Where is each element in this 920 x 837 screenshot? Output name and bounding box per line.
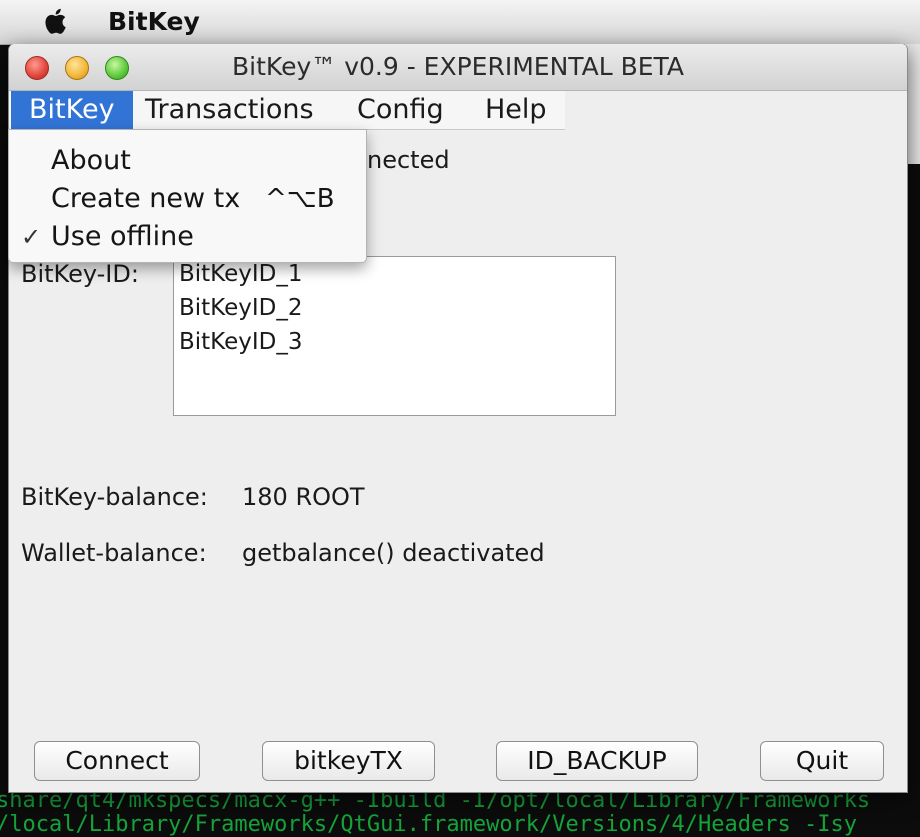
wallet-balance-label: Wallet-balance: [21, 539, 207, 567]
menu-transactions[interactable]: Transactions [127, 91, 332, 129]
menu-help[interactable]: Help [467, 91, 565, 129]
bitkeytx-button[interactable]: bitkeyTX [262, 741, 435, 781]
id-backup-button[interactable]: ID_BACKUP [496, 741, 698, 781]
menu-item-create-new-tx[interactable]: Create new tx ^⌥B [9, 180, 366, 218]
os-menubar: BitKey [0, 0, 920, 45]
menu-bitkey[interactable]: BitKey [11, 91, 133, 129]
terminal-line: /local/Library/Frameworks/QtGui.framewor… [0, 812, 857, 837]
os-app-name[interactable]: BitKey [108, 7, 200, 36]
list-item[interactable]: BitKeyID_2 [174, 291, 615, 325]
apple-icon[interactable] [42, 6, 70, 36]
quit-button[interactable]: Quit [760, 741, 884, 781]
connection-status: nected [367, 146, 450, 174]
menu-item-about[interactable]: About [9, 142, 366, 180]
checkmark-icon: ✓ [21, 223, 42, 251]
bitkey-dropdown-menu: About Create new tx ^⌥B ✓ Use offline [8, 129, 367, 263]
menu-item-label: About [51, 145, 131, 176]
app-menubar: BitKey Transactions Config Help [9, 91, 565, 130]
menu-item-label: Use offline [51, 221, 194, 252]
window-title: BitKey™ v0.9 - EXPERIMENTAL BETA [232, 52, 684, 81]
menu-item-label: Create new tx [51, 183, 241, 214]
bitkey-balance-label: BitKey-balance: [21, 483, 208, 511]
bitkey-balance-value: 180 ROOT [242, 483, 365, 511]
menu-item-shortcut: ^⌥B [265, 184, 335, 214]
menu-config[interactable]: Config [339, 91, 462, 129]
bitkey-id-list[interactable]: BitKeyID_1 BitKeyID_2 BitKeyID_3 [173, 256, 616, 416]
title-bar[interactable]: BitKey™ v0.9 - EXPERIMENTAL BETA [9, 44, 907, 91]
menu-item-use-offline[interactable]: ✓ Use offline [9, 218, 366, 256]
connect-button[interactable]: Connect [34, 741, 200, 781]
list-item[interactable]: BitKeyID_3 [174, 325, 615, 359]
bitkey-id-label: BitKey-ID: [21, 260, 139, 288]
wallet-balance-value: getbalance() deactivated [242, 539, 545, 567]
